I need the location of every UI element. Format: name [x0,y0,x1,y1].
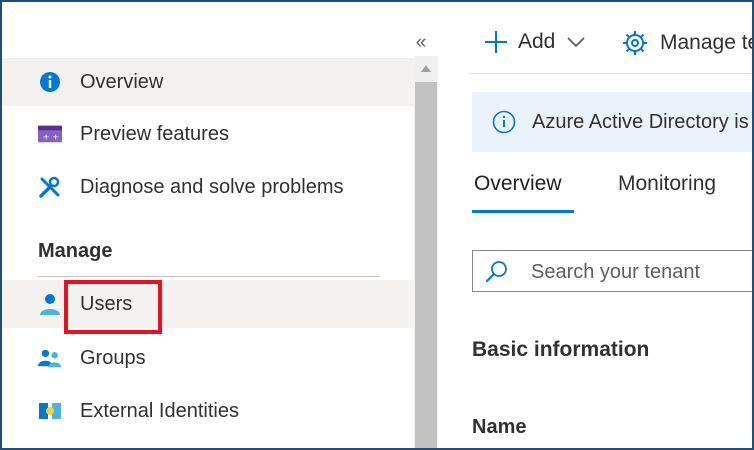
svg-text:+ +: + + [43,132,60,142]
groups-icon [38,346,62,370]
sidebar-item-label: External Identities [80,399,239,422]
tab-bar: Overview Monitoring [472,168,752,214]
scroll-up-arrow-icon[interactable] [414,58,438,78]
sidebar-scrollbar[interactable] [414,56,438,448]
highlight-annotation [64,280,162,334]
sidebar-item-label: Diagnose and solve problems [80,175,344,198]
name-field-label: Name [472,416,527,438]
section-header-manage: Manage [38,240,113,262]
info-circle-icon [38,70,62,94]
main-content: Add Manage te Azure Active Directory is … [440,2,754,448]
add-button[interactable]: Add [484,30,586,54]
plus-icon [485,31,507,53]
window-frame: « Overview + + Preview features Diagnose… [0,0,754,450]
sidebar-item-preview-features[interactable]: + + Preview features [2,110,414,158]
tab-overview[interactable]: Overview [474,172,562,196]
sidebar-item-label: Overview [80,70,164,93]
sidebar-item-label: Groups [80,346,146,369]
user-icon [38,292,62,316]
basic-information-heading: Basic information [472,338,650,361]
sidebar-item-groups[interactable]: Groups [2,334,414,382]
preview-features-icon: + + [38,122,62,146]
sidebar: « Overview + + Preview features Diagnose… [2,2,440,448]
scroll-thumb[interactable] [415,82,437,448]
collapse-sidebar-button[interactable]: « [410,32,432,54]
wrench-screwdriver-icon [38,175,62,199]
search-input[interactable] [531,261,751,284]
search-icon [485,261,507,283]
section-divider [38,276,380,277]
info-banner: Azure Active Directory is [472,92,752,152]
manage-tenants-label: Manage te [660,31,754,54]
add-button-label: Add [518,30,556,53]
manage-tenants-button[interactable]: Manage te [622,30,754,56]
external-identities-icon [38,399,62,423]
info-outline-icon [492,110,516,134]
gear-icon [623,31,647,55]
sidebar-item-external-identities[interactable]: External Identities [2,387,414,435]
active-tab-indicator [472,210,574,213]
toolbar: Add Manage te [470,2,754,74]
info-banner-text: Azure Active Directory is [532,111,749,133]
sidebar-item-overview[interactable]: Overview [2,58,414,106]
sidebar-item-diagnose[interactable]: Diagnose and solve problems [2,163,414,211]
tab-monitoring[interactable]: Monitoring [618,172,716,196]
sidebar-item-label: Preview features [80,122,229,145]
chevron-down-icon [567,36,586,47]
search-box [472,250,752,292]
